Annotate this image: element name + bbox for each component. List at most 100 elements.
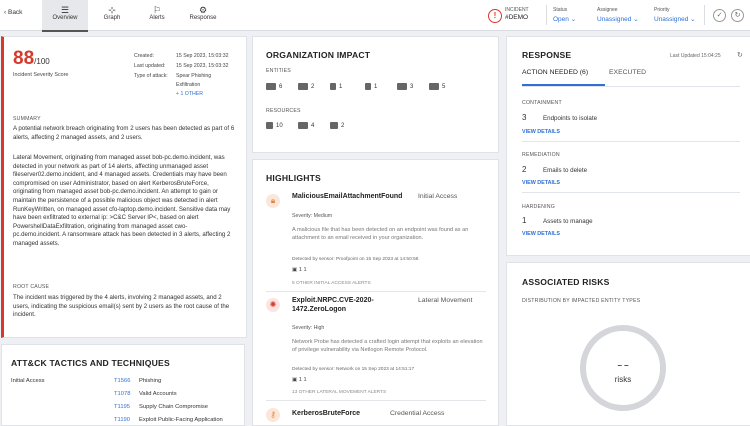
impact-title: ORGANIZATION IMPACT xyxy=(266,50,371,60)
attack-more-link[interactable]: + 1 OTHER xyxy=(176,91,203,97)
file-icon xyxy=(266,122,273,129)
attack-type-2: Exfiltration xyxy=(176,82,201,88)
score-card: 88/100 Incident Severity Score Created: 1… xyxy=(1,36,247,338)
resource-count[interactable]: 4 xyxy=(298,122,314,129)
view-details-link[interactable]: VIEW DETAILS xyxy=(522,231,560,237)
last-updated: Last Updated 15:04:25 xyxy=(670,53,721,59)
risks-subtitle: DISTRIBUTION BY IMPACTED ENTITY TYPES xyxy=(522,298,641,304)
technique-name: Supply Chain Compromise xyxy=(139,404,208,410)
priority-dropdown[interactable]: Priority Unassigned ⌄ xyxy=(654,7,696,23)
technique-id[interactable]: T1195 xyxy=(114,404,130,410)
list-icon: ☰ xyxy=(60,5,70,15)
refresh-icon[interactable]: ↻ xyxy=(731,9,744,22)
tab-alerts[interactable]: ⚐ Alerts xyxy=(134,0,180,30)
user-icon xyxy=(365,83,371,90)
alert-counts: ▣ 1 1 xyxy=(292,377,307,383)
tactic-name: Initial Access xyxy=(11,378,45,384)
risks-title: ASSOCIATED RISKS xyxy=(522,277,610,287)
tab-executed[interactable]: EXECUTED xyxy=(609,69,646,76)
summary-heading: SUMMARY xyxy=(13,116,41,122)
tab-overview[interactable]: ☰ Overview xyxy=(42,0,88,32)
entity-count[interactable]: 5 xyxy=(429,83,445,90)
back-button[interactable]: ‹ Back xyxy=(4,9,22,16)
resource-count[interactable]: 2 xyxy=(330,122,344,129)
tab-response[interactable]: ⚙ Response xyxy=(180,0,226,30)
view-details-link[interactable]: VIEW DETAILS xyxy=(522,180,560,186)
divider xyxy=(522,141,740,142)
entity-count[interactable]: 2 xyxy=(298,83,314,90)
network-icon: ✺ xyxy=(266,298,280,312)
graph-icon: ⊹ xyxy=(108,5,116,15)
tab-graph[interactable]: ⊹ Graph xyxy=(89,0,135,30)
chat-icon: ▣ xyxy=(292,377,299,383)
impact-card: ORGANIZATION IMPACT ENTITIES 6 2 1 1 3 5… xyxy=(252,36,499,153)
server-icon xyxy=(298,83,308,90)
more-alerts[interactable]: 13 OTHER LATERAL MOVEMENT ALERTS xyxy=(292,390,386,395)
refresh-icon[interactable]: ↻ xyxy=(737,51,743,59)
action-count: 1 xyxy=(522,216,527,225)
highlight-item[interactable]: ⚷ KerberosBruteForce Credential Access xyxy=(266,408,491,424)
network-icon xyxy=(429,83,439,90)
user-icon xyxy=(330,83,336,90)
entity-count[interactable]: 6 xyxy=(266,83,282,90)
attck-title: ATT&CK TACTICS AND TECHNIQUES xyxy=(11,358,170,368)
attack-type-row: Type of attack: Spear Phishing xyxy=(134,73,212,79)
resolve-icon[interactable]: ✓ xyxy=(713,9,726,22)
technique-id[interactable]: T1566 xyxy=(114,378,130,384)
highlights-card: HIGHLIGHTS 🔒︎ MaliciousEmailAttachmentFo… xyxy=(252,159,499,426)
technique-name: Phishing xyxy=(139,378,162,384)
action-count: 2 xyxy=(522,165,527,174)
technique-id[interactable]: T1078 xyxy=(114,391,130,397)
gear-icon: ⚙ xyxy=(198,5,208,15)
summary-paragraph-2: Lateral Movement, originating from manag… xyxy=(13,154,231,247)
root-cause-paragraph: The incident was triggered by the 4 aler… xyxy=(13,294,230,319)
response-title: RESPONSE xyxy=(522,50,572,60)
technique-name: Valid Accounts xyxy=(139,391,177,397)
action-text: Endpoints to isolate xyxy=(543,115,598,122)
severity-score: 88/100 xyxy=(13,48,50,69)
top-bar: ‹ Back ☰ Overview ⊹ Graph ⚐ Alerts ⚙ Respons… xyxy=(0,0,750,32)
action-text: Assets to manage xyxy=(543,218,593,225)
entity-count[interactable]: 1 xyxy=(365,83,377,90)
divider xyxy=(522,192,740,193)
created-row: Created: 15 Sep 2023, 15:03:32 xyxy=(134,53,229,59)
summary-paragraph-1: A potential network breach originating f… xyxy=(13,125,235,141)
action-count: 3 xyxy=(522,113,527,122)
computer-icon xyxy=(266,83,276,90)
link-icon xyxy=(330,122,338,129)
technique-name: Exploit Public-Facing Application xyxy=(139,417,223,423)
entity-count[interactable]: 3 xyxy=(397,83,413,90)
containment-heading: CONTAINMENT xyxy=(522,100,562,106)
more-alerts[interactable]: 5 OTHER INITIAL ACCESS ALERTS xyxy=(292,281,371,286)
risks-label: risks xyxy=(614,375,632,384)
group-icon xyxy=(397,83,407,90)
technique-id[interactable]: T1190 xyxy=(114,417,130,423)
response-card: RESPONSE Last Updated 15:04:25 ↻ ACTION … xyxy=(506,36,750,256)
divider xyxy=(546,5,547,25)
bell-icon: ⚐ xyxy=(152,5,162,15)
score-label: Incident Severity Score xyxy=(13,72,69,78)
divider xyxy=(704,5,705,25)
status-dropdown[interactable]: Status Open ⌄ xyxy=(553,7,576,23)
attck-card: ATT&CK TACTICS AND TECHNIQUES Initial Ac… xyxy=(1,344,245,426)
hardening-heading: HARDENING xyxy=(522,204,555,210)
assignee-dropdown[interactable]: Assignee Unassigned ⌄ xyxy=(597,7,639,23)
alert-counts: ▣ 1 1 xyxy=(292,267,307,273)
action-text: Emails to delete xyxy=(543,167,588,174)
lock-icon: 🔒︎ xyxy=(266,194,280,208)
risks-value: – – xyxy=(617,361,629,370)
key-icon: ⚷ xyxy=(266,408,280,422)
view-details-link[interactable]: VIEW DETAILS xyxy=(522,129,560,135)
updated-row: Last updated: 15 Sep 2023, 15:03:32 xyxy=(134,63,229,69)
divider xyxy=(266,291,486,292)
highlight-item[interactable]: 🔒︎ MaliciousEmailAttachmentFound Initial… xyxy=(266,193,491,303)
divider xyxy=(266,400,486,401)
entity-count[interactable]: 1 xyxy=(330,83,342,90)
highlights-title: HIGHLIGHTS xyxy=(266,173,321,183)
resource-count[interactable]: 10 xyxy=(266,122,283,129)
root-cause-heading: ROOT CAUSE xyxy=(13,284,50,290)
remediation-heading: REMEDIATION xyxy=(522,152,560,158)
warning-icon: ! xyxy=(488,9,502,23)
highlight-item[interactable]: ✺ Exploit.NRPC.CVE-2020-1472.ZeroLogon L… xyxy=(266,297,491,397)
tab-action-needed[interactable]: ACTION NEEDED (6) xyxy=(522,69,588,76)
